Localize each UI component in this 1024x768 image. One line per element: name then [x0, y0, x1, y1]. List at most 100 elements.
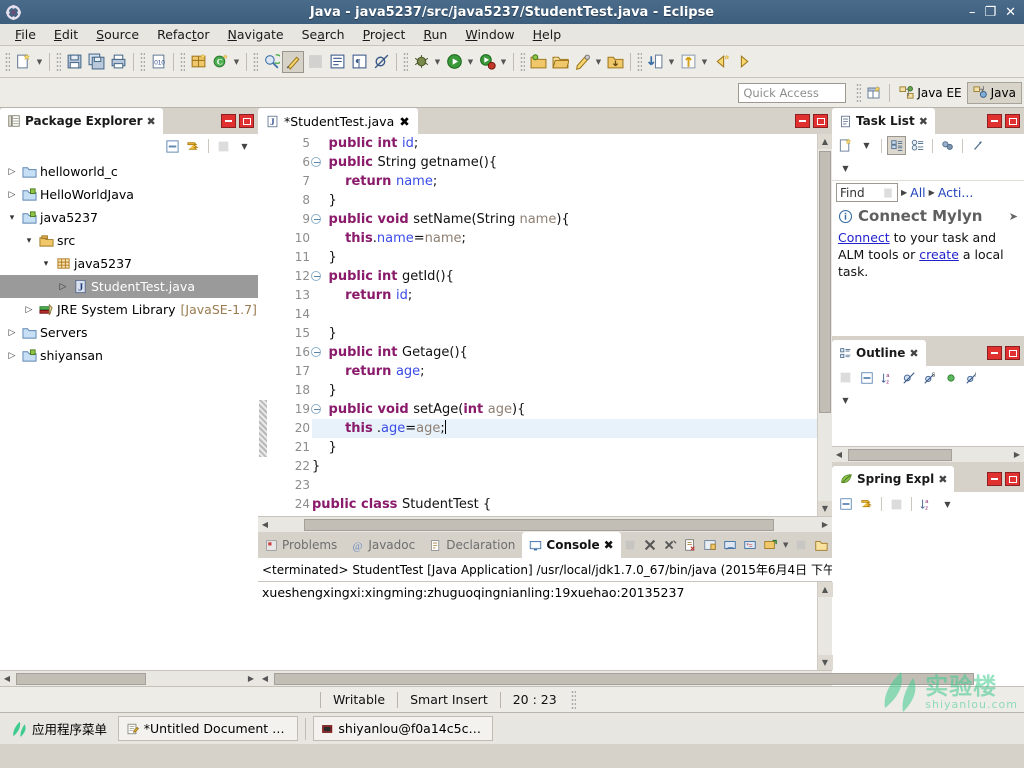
import-folder-icon[interactable] [604, 51, 626, 73]
open-folder-icon[interactable] [549, 51, 571, 73]
open-type-icon[interactable] [260, 51, 282, 73]
code-line[interactable] [312, 305, 817, 324]
chevron-down-icon[interactable]: ▾ [21, 236, 37, 246]
menu-edit[interactable]: Edit [45, 25, 87, 44]
chevron-right-icon[interactable]: ▷ [55, 282, 71, 292]
editor-tab-studenttest[interactable]: J *StudentTest.java ✖ [258, 108, 418, 134]
code-text-area[interactable]: public int id; public String getname(){ … [312, 134, 817, 516]
previous-annotation-icon[interactable] [710, 51, 732, 73]
code-line[interactable]: return name; [312, 172, 817, 191]
close-icon[interactable]: ✖ [399, 114, 409, 129]
scroll-right-icon[interactable]: ▶ [244, 674, 258, 683]
code-line[interactable]: } [312, 248, 817, 267]
collapse-all-icon[interactable] [163, 137, 182, 156]
categorized-presentation-icon[interactable] [887, 136, 906, 155]
chevron-down-icon[interactable]: ▾ [38, 259, 54, 269]
view-menu-icon[interactable]: ▼ [235, 137, 254, 156]
hscroll-thumb[interactable] [16, 672, 146, 685]
chevron-down-icon[interactable]: ▾ [4, 213, 20, 223]
chevron-right-icon[interactable]: ▷ [4, 190, 20, 200]
link-with-editor-icon[interactable] [184, 137, 203, 156]
close-button[interactable]: ✕ [1005, 6, 1016, 19]
tab-problems[interactable]: Problems [258, 532, 344, 558]
code-line[interactable]: this .age=age; [312, 419, 817, 438]
collapse-all-icon[interactable] [857, 368, 876, 387]
next-annotation-icon[interactable] [732, 51, 754, 73]
toolbar-drag-handle[interactable] [180, 51, 185, 72]
save-icon[interactable] [63, 51, 85, 73]
tree-item-java5237[interactable]: ▾ java5237 [0, 206, 258, 229]
remove-launch-icon[interactable] [641, 536, 660, 555]
toolbar-drag-handle[interactable] [5, 51, 10, 72]
chevron-down-icon[interactable]: ▼ [593, 51, 604, 73]
minimize-editor-button[interactable] [795, 114, 810, 128]
open-console-icon[interactable] [812, 536, 831, 555]
menu-project[interactable]: Project [354, 25, 415, 44]
minimize-button[interactable]: – [969, 6, 976, 19]
scroll-down-icon[interactable]: ▼ [817, 501, 832, 516]
upload-icon[interactable] [677, 51, 699, 73]
editor-body[interactable]: 5 6 7 8 9 10 11 12 13 14 15 16 17 18 19 20 21 22 23 24 publ… [258, 134, 832, 516]
code-line[interactable]: public int getId(){ [312, 267, 817, 286]
menu-search[interactable]: Search [293, 25, 354, 44]
code-line[interactable]: public void setName(String name){ [312, 210, 817, 229]
editor-hscrollbar[interactable]: ◀ ▶ [258, 516, 832, 532]
remove-all-terminated-icon[interactable] [661, 536, 680, 555]
chevron-down-icon[interactable]: ▼ [34, 51, 45, 73]
tree-item-studenttest-java[interactable]: ▷ J StudentTest.java [0, 275, 258, 298]
menu-refactor[interactable]: Refactor [148, 25, 218, 44]
hide-local-types-icon[interactable]: ! [962, 368, 981, 387]
minimize-view-button[interactable] [987, 114, 1002, 128]
hide-static-icon[interactable]: S [920, 368, 939, 387]
scroll-right-icon[interactable]: ▶ [818, 520, 832, 529]
code-line[interactable]: } [312, 438, 817, 457]
chevron-down-icon[interactable]: ▼ [781, 541, 791, 549]
close-icon[interactable]: ✖ [938, 473, 947, 486]
scroll-left-icon[interactable]: ◀ [0, 674, 14, 683]
tree-item-java5237[interactable]: ▾ java5237 [0, 252, 258, 275]
tab-javadoc[interactable]: @ Javadoc [344, 532, 422, 558]
code-line[interactable]: } [312, 457, 817, 476]
taskbar-item-document[interactable]: *Untitled Document 2 - ... [118, 716, 299, 741]
new-wizard-icon[interactable] [12, 51, 34, 73]
new-java-class-icon[interactable]: C [209, 51, 231, 73]
maximize-editor-button[interactable] [813, 114, 828, 128]
scheduled-presentation-icon[interactable] [908, 136, 927, 155]
perspective-java[interactable]: J Java [966, 81, 1022, 104]
code-line[interactable]: public void setAge(int age){ [312, 400, 817, 419]
debug-icon[interactable] [410, 51, 432, 73]
code-line[interactable]: } [312, 324, 817, 343]
chevron-down-icon[interactable]: ▼ [465, 51, 476, 73]
close-icon[interactable]: ✖ [909, 347, 918, 360]
tab-outline[interactable]: Outline ✖ [832, 340, 926, 366]
scroll-lock-icon[interactable] [701, 536, 720, 555]
console-vscrollbar[interactable]: ▲ ▼ [817, 582, 833, 670]
code-line[interactable]: public int id; [312, 134, 817, 153]
hscroll-thumb[interactable] [848, 448, 952, 461]
code-line[interactable]: public int Getage(){ [312, 343, 817, 362]
open-perspective-icon[interactable] [863, 82, 885, 104]
new-task-dropdown-icon[interactable]: ▼ [857, 136, 876, 155]
code-line[interactable]: } [312, 191, 817, 210]
chevron-down-icon[interactable]: ▼ [231, 51, 242, 73]
show-console-on-output-icon[interactable] [721, 536, 740, 555]
vscroll-thumb[interactable] [819, 151, 831, 413]
download-icon[interactable] [644, 51, 666, 73]
focus-on-active-task-icon[interactable] [836, 368, 855, 387]
view-menu-icon[interactable]: ▼ [938, 495, 957, 514]
taskbar-item-terminal[interactable]: shiyanlou@f0a14c5c4bd... [313, 716, 494, 741]
chevron-right-icon[interactable]: ▷ [4, 351, 20, 361]
tab-declaration[interactable]: Declaration [422, 532, 522, 558]
display-selected-console-icon[interactable] [792, 536, 811, 555]
tab-task-list[interactable]: Task List ✖ [832, 108, 935, 134]
print-icon[interactable] [107, 51, 129, 73]
tree-item-jre-system-library[interactable]: ▷ JRE System Library [JavaSE-1.7] [0, 298, 258, 321]
toggle-block-selection-icon[interactable] [304, 51, 326, 73]
tree-item-src[interactable]: ▾ src [0, 229, 258, 252]
toolbar-drag-handle[interactable] [253, 51, 258, 72]
task-find-input[interactable]: Find [836, 183, 898, 202]
chevron-right-icon[interactable]: ▷ [4, 167, 20, 177]
tab-spring-explorer[interactable]: Spring Expl ✖ [832, 466, 955, 492]
view-menu-icon[interactable]: ▼ [836, 159, 855, 178]
close-icon[interactable]: ✖ [919, 115, 928, 128]
